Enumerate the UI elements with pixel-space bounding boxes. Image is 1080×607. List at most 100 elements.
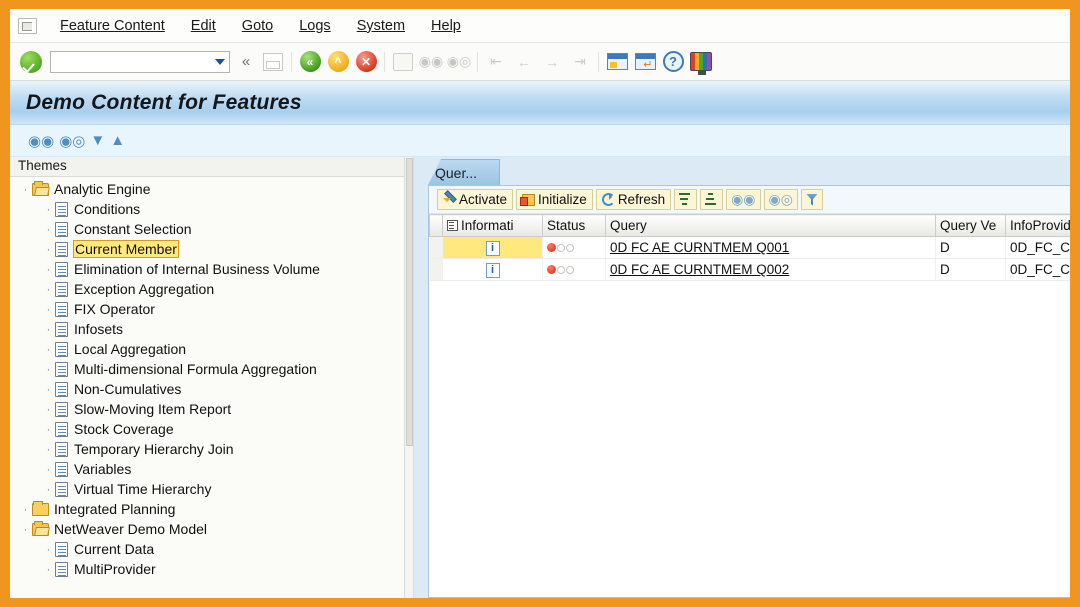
cancel-icon[interactable]: ✕ — [353, 49, 379, 75]
column-header-query-version[interactable]: Query Ve — [935, 214, 1006, 237]
menu-item-feature-content[interactable]: Feature Content — [47, 15, 178, 37]
document-icon — [55, 561, 68, 577]
tree-node[interactable]: · Slow-Moving Item Report — [10, 399, 413, 419]
menu-item-goto[interactable]: Goto — [229, 15, 286, 37]
query-link[interactable]: 0D FC AE CURNTMEM Q001 — [610, 240, 789, 255]
collapse-command-button[interactable]: « — [232, 49, 258, 75]
tree-node[interactable]: · Constant Selection — [10, 219, 413, 239]
activate-button[interactable]: Activate — [437, 189, 514, 210]
tree-node-connector: · — [23, 522, 28, 536]
tree-node[interactable]: · Exception Aggregation — [10, 279, 413, 299]
tree-node[interactable]: · Virtual Time Hierarchy — [10, 479, 413, 499]
menu-item-logs[interactable]: Logs — [286, 15, 343, 37]
tree-node[interactable]: · Current Data — [10, 539, 413, 559]
refresh-button[interactable]: Refresh — [595, 189, 672, 210]
tree-scrollbar-thumb[interactable] — [406, 158, 413, 446]
first-page-icon[interactable]: ⇤ — [483, 49, 509, 75]
tab-query[interactable]: Quer... — [428, 159, 500, 185]
menu-item-system-label: System — [356, 17, 406, 34]
tree-node[interactable]: · Variables — [10, 459, 413, 479]
find-next-icon[interactable]: ◉◎ — [446, 49, 472, 75]
document-icon — [55, 221, 68, 237]
tree-node[interactable]: · Infosets — [10, 319, 413, 339]
save-icon[interactable] — [260, 49, 286, 75]
tree-node[interactable]: · NetWeaver Demo Model — [10, 519, 413, 539]
menu-item-system[interactable]: System — [344, 15, 418, 37]
information-cell[interactable]: i — [442, 236, 543, 259]
query-link[interactable]: 0D FC AE CURNTMEM Q002 — [610, 262, 789, 277]
traffic-light-icon — [547, 243, 574, 252]
sort-descending-icon[interactable] — [700, 189, 724, 210]
find-next-icon[interactable]: ◉◎ — [59, 132, 85, 150]
exit-up-icon[interactable]: ^ — [325, 49, 351, 75]
menu-item-edit[interactable]: Edit — [178, 15, 229, 37]
find-icon[interactable]: ◉◉ — [726, 189, 761, 210]
tree-node-label: Multi-dimensional Formula Aggregation — [74, 361, 317, 377]
tree-node[interactable]: · Multi-dimensional Formula Aggregation — [10, 359, 413, 379]
sort-ascending-icon[interactable] — [674, 189, 698, 210]
document-icon — [55, 481, 68, 497]
row-selector-cell[interactable] — [429, 236, 443, 259]
main-area: Themes · Analytic Engine · Conditions · Const… — [10, 157, 1070, 598]
row-selector-cell[interactable] — [429, 258, 443, 281]
query-table: Informati Status Query Query Ve InfoProv… — [429, 214, 1070, 281]
tree-node-label: Constant Selection — [74, 221, 192, 237]
query-cell[interactable]: 0D FC AE CURNTMEM Q001 — [605, 236, 936, 259]
standard-toolbar: « « ^ ✕ ◉◉ ◉◎ ⇤ ← → ⇥ ? — [10, 43, 1070, 81]
expand-all-icon[interactable]: ▼ — [90, 132, 105, 149]
command-field[interactable] — [50, 50, 230, 73]
menu-item-help[interactable]: Help — [418, 15, 474, 37]
info-icon[interactable]: i — [485, 241, 500, 256]
customize-local-layout-icon[interactable] — [688, 49, 714, 75]
back-icon[interactable]: « — [297, 49, 323, 75]
tree-node[interactable]: · Non-Cumulatives — [10, 379, 413, 399]
tree-node[interactable]: · Stock Coverage — [10, 419, 413, 439]
collapse-all-icon[interactable]: ▲ — [110, 132, 125, 149]
column-header-information[interactable]: Informati — [442, 214, 543, 237]
sap-system-menu-icon[interactable] — [18, 17, 37, 34]
tree-node-connector: · — [46, 422, 51, 436]
find-icon[interactable]: ◉◉ — [28, 132, 54, 150]
tree-node[interactable]: · Temporary Hierarchy Join — [10, 439, 413, 459]
tree-body[interactable]: · Analytic Engine · Conditions · Constant Sel… — [10, 177, 413, 598]
toolbar-separator — [384, 51, 385, 72]
create-shortcut-icon[interactable] — [632, 49, 658, 75]
information-cell[interactable]: i — [442, 258, 543, 281]
column-header-query[interactable]: Query — [605, 214, 936, 237]
tree-node[interactable]: · MultiProvider — [10, 559, 413, 579]
tree-node-connector: · — [23, 182, 28, 196]
tree-scrollbar[interactable] — [404, 157, 413, 598]
tree-node[interactable]: · Conditions — [10, 199, 413, 219]
tree-node-connector: · — [46, 242, 51, 256]
find-icon[interactable]: ◉◉ — [418, 49, 444, 75]
create-session-icon[interactable] — [604, 49, 630, 75]
tree-node-connector: · — [46, 302, 51, 316]
chevron-down-icon[interactable] — [215, 58, 225, 65]
document-icon — [55, 461, 68, 477]
info-icon[interactable]: i — [485, 263, 500, 278]
green-check-icon[interactable] — [20, 50, 42, 73]
tree-node[interactable]: · FIX Operator — [10, 299, 413, 319]
tree-node[interactable]: · Current Member — [10, 239, 413, 259]
row-selector-header[interactable] — [429, 214, 443, 237]
tree-node[interactable]: · Elimination of Internal Business Volume — [10, 259, 413, 279]
query-cell[interactable]: 0D FC AE CURNTMEM Q002 — [605, 258, 936, 281]
help-icon[interactable]: ? — [660, 49, 686, 75]
last-page-icon[interactable]: ⇥ — [567, 49, 593, 75]
traffic-light-icon — [547, 265, 574, 274]
table-row[interactable]: i 0D FC AE CURNTMEM Q002 D0D_FC_C01 — [429, 258, 1070, 281]
tree-node[interactable]: · Analytic Engine — [10, 179, 413, 199]
next-page-icon[interactable]: → — [539, 49, 565, 75]
filter-icon[interactable] — [800, 189, 823, 210]
column-header-status[interactable]: Status — [542, 214, 606, 237]
tree-node[interactable]: · Integrated Planning — [10, 499, 413, 519]
previous-page-icon[interactable]: ← — [511, 49, 537, 75]
tree-node-connector: · — [46, 282, 51, 296]
table-row[interactable]: i 0D FC AE CURNTMEM Q001 D0D_FC_C01 — [429, 236, 1070, 259]
find-next-icon[interactable]: ◉◎ — [763, 189, 798, 210]
tree-node[interactable]: · Local Aggregation — [10, 339, 413, 359]
initialize-button[interactable]: Initialize — [516, 189, 593, 210]
tree-node-connector: · — [46, 562, 51, 576]
print-icon[interactable] — [390, 49, 416, 75]
column-header-infoprovider[interactable]: InfoProvide — [1005, 214, 1070, 237]
